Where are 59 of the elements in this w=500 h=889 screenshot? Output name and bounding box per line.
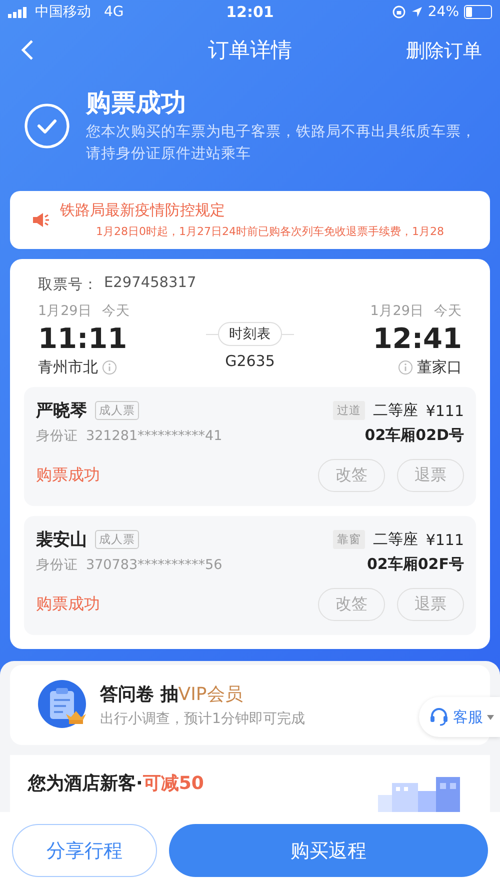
hotel-promo-title: 您为酒店新客·可减50 <box>28 772 204 795</box>
info-icon[interactable] <box>398 360 413 375</box>
ticket-price: ¥111 <box>426 402 464 420</box>
id-number: 321281**********41 <box>86 428 222 444</box>
ticket-price: ¥111 <box>426 530 464 548</box>
notice-card[interactable]: 铁路局最新疫情防控规定 1月28日0时起，1月27日24时前已购各次列车免收退票手续费，1月28 <box>10 191 490 249</box>
arrival-station: 董家口 <box>417 358 462 377</box>
location-arrow-icon <box>410 6 423 18</box>
pickup-number: E297458317 <box>104 275 196 293</box>
pickup-label: 取票号： <box>38 276 98 294</box>
departure-station: 青州市北 <box>38 358 98 377</box>
headset-icon <box>429 707 449 727</box>
ticket-type-tag: 成人票 <box>95 530 139 549</box>
arrival-day: 今天 <box>434 302 462 320</box>
seat-number: 02车厢02D号 <box>364 426 464 445</box>
megaphone-icon <box>32 211 52 229</box>
clipboard-crown-icon <box>38 680 88 730</box>
customer-service-button[interactable]: 客服 <box>419 697 500 737</box>
ticket-type-tag: 成人票 <box>95 401 139 420</box>
clock-time: 12:01 <box>226 3 274 21</box>
back-icon[interactable] <box>20 39 34 61</box>
arrival-date: 1月29日 <box>370 302 424 320</box>
id-number: 370783**********56 <box>86 556 222 572</box>
departure-time: 11:11 <box>38 322 128 356</box>
ticket-status: 购票成功 <box>36 465 100 486</box>
seat-position-tag: 靠窗 <box>332 530 365 549</box>
battery-percent: 24% <box>428 4 459 20</box>
id-type: 身份证 <box>36 556 78 574</box>
seat-class: 二等座 <box>372 530 418 549</box>
notice-text: 1月28日0时起，1月27日24时前已购各次列车免收退票手续费，1月28 <box>95 224 444 239</box>
hotel-promo-card[interactable]: 您为酒店新客·可减50 <box>10 755 490 815</box>
caret-icon <box>487 714 494 720</box>
timetable-button[interactable]: 时刻表 <box>218 322 282 346</box>
survey-subtitle: 出行小调查，预计1分钟即可完成 <box>100 710 305 728</box>
bottom-action-button[interactable]: 分享行程 <box>12 824 157 877</box>
result-description: 您本次购买的车票为电子客票，铁路局不再出具纸质车票，请持身份证原件进站乘车 <box>86 122 476 164</box>
page-title: 订单详情 <box>208 37 292 64</box>
check-circle-icon <box>24 102 70 148</box>
seat-position-tag: 过道 <box>332 401 365 420</box>
notice-title: 铁路局最新疫情防控规定 <box>60 201 226 220</box>
bottom-action-button[interactable]: 购买返程 <box>169 824 488 877</box>
survey-title: 答问卷 抽VIP会员 <box>100 683 244 706</box>
seat-class: 二等座 <box>372 401 418 420</box>
passenger-name: 严晓琴 <box>36 400 87 422</box>
network-type: 4G <box>104 4 124 20</box>
battery-icon <box>464 5 492 19</box>
delete-order-link[interactable]: 删除订单 <box>406 38 482 64</box>
departure-date: 1月29日 <box>38 302 92 320</box>
info-icon[interactable] <box>102 360 117 375</box>
train-number: G2635 <box>225 352 275 370</box>
result-title: 购票成功 <box>86 87 187 119</box>
seat-number: 02车厢02F号 <box>367 555 464 574</box>
carrier-name: 中国移动 <box>35 3 91 21</box>
departure-day: 今天 <box>102 302 130 320</box>
arrival-time: 12:41 <box>372 322 462 356</box>
id-type: 身份证 <box>36 426 78 444</box>
rotation-lock-icon <box>392 5 406 19</box>
ticket-status: 购票成功 <box>36 594 100 615</box>
passenger-name: 裴安山 <box>36 529 87 551</box>
